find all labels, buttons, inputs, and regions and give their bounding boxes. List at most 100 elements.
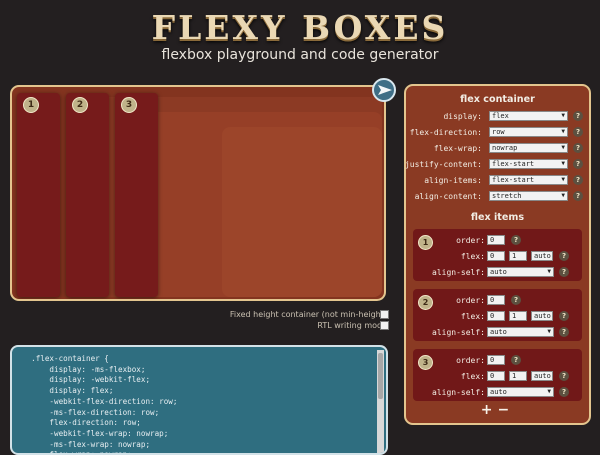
chevron-down-icon: ▼ (561, 176, 565, 183)
select-value: stretch (492, 192, 522, 200)
order-input[interactable]: 0 (487, 355, 505, 365)
justify-content-label: justify-content: (404, 160, 482, 169)
align-self-select[interactable]: auto ▼ (487, 387, 554, 397)
scrollbar-thumb[interactable] (378, 353, 383, 399)
display-row: display: flex ▼ ? (406, 110, 589, 123)
flex-row: flex: 0 1 auto ? (413, 310, 582, 323)
select-value: flex (492, 112, 509, 120)
code-output[interactable]: .flex-container { display: -ms-flexbox; … (10, 345, 388, 455)
flex-wrap-select[interactable]: nowrap ▼ (489, 143, 568, 153)
settings-panel: flex container display: flex ▼ ? flex-dir… (404, 84, 591, 425)
flex-label: flex: (460, 312, 485, 321)
flex-grow-input[interactable]: 0 (487, 311, 505, 321)
order-row: order: 0 ? (413, 294, 582, 307)
help-icon[interactable]: ? (573, 191, 583, 201)
item-number-badge: 3 (121, 97, 137, 113)
align-self-label: align-self: (432, 328, 485, 337)
code-scrollbar[interactable] (377, 350, 384, 453)
help-icon[interactable]: ? (559, 371, 569, 381)
select-value: row (492, 128, 505, 136)
flex-grow-input[interactable]: 0 (487, 251, 505, 261)
chevron-down-icon: ▼ (561, 144, 565, 151)
chevron-down-icon: ▼ (561, 112, 565, 119)
add-remove-controls: +− (406, 402, 589, 418)
chevron-down-icon: ▼ (561, 160, 565, 167)
chevron-down-icon: ▼ (547, 268, 551, 275)
help-icon[interactable]: ? (559, 387, 569, 397)
flex-basis-input[interactable]: auto (531, 371, 553, 381)
flex-direction-label: flex-direction: (409, 128, 482, 137)
remove-item-button[interactable]: − (498, 402, 515, 418)
help-icon[interactable]: ? (559, 311, 569, 321)
help-icon[interactable]: ? (573, 159, 583, 169)
flex-direction-select[interactable]: row ▼ (489, 127, 568, 137)
code-text: .flex-container { display: -ms-flexbox; … (31, 354, 178, 455)
order-label: order: (456, 356, 485, 365)
flex-basis-input[interactable]: auto (531, 251, 553, 261)
order-row: order: 0 ? (413, 234, 582, 247)
help-icon[interactable]: ? (559, 327, 569, 337)
align-items-select[interactable]: flex-start ▼ (489, 175, 568, 185)
align-content-row: align-content: stretch ▼ ? (406, 190, 589, 203)
flex-row: flex: 0 1 auto ? (413, 250, 582, 263)
flex-item-1[interactable]: 1 (17, 93, 60, 297)
flex-basis-input[interactable]: auto (531, 311, 553, 321)
justify-content-row: justify-content: flex-start ▼ ? (404, 158, 589, 171)
add-item-button[interactable]: + (481, 402, 498, 418)
flex-shrink-input[interactable]: 1 (509, 251, 527, 261)
help-icon[interactable]: ? (511, 295, 521, 305)
display-select[interactable]: flex ▼ (489, 111, 568, 121)
align-items-row: align-items: flex-start ▼ ? (406, 174, 589, 187)
flex-label: flex: (460, 252, 485, 261)
flex-grow-input[interactable]: 0 (487, 371, 505, 381)
select-value: flex-start (492, 176, 535, 184)
justify-content-select[interactable]: flex-start ▼ (489, 159, 568, 169)
flex-item-settings-3: 3 order: 0 ? flex: 0 1 auto ? align-self… (413, 349, 582, 401)
help-icon[interactable]: ? (573, 175, 583, 185)
help-icon[interactable]: ? (559, 251, 569, 261)
display-label: display: (443, 112, 482, 121)
align-items-label: align-items: (424, 176, 482, 185)
flex-shrink-input[interactable]: 1 (509, 371, 527, 381)
chevron-down-icon: ▼ (561, 192, 565, 199)
logo: FLEXY BOXES (151, 8, 449, 47)
fixed-height-checkbox[interactable] (380, 310, 389, 327)
flex-item-2[interactable]: 2 (66, 93, 109, 297)
order-input[interactable]: 0 (487, 295, 505, 305)
play-button[interactable] (372, 78, 396, 102)
select-value: flex-start (492, 160, 535, 168)
help-icon[interactable]: ? (511, 355, 521, 365)
flex-wrap-label: flex-wrap: (433, 144, 482, 153)
rtl-checkbox[interactable] (380, 321, 389, 330)
order-label: order: (456, 296, 485, 305)
tagline: flexbox playground and code generator (161, 47, 439, 63)
flex-row: flex: 0 1 auto ? (413, 370, 582, 383)
item-number-badge: 1 (23, 97, 39, 113)
select-value: nowrap (492, 144, 518, 152)
help-icon[interactable]: ? (573, 127, 583, 137)
help-icon[interactable]: ? (573, 111, 583, 121)
item-number-badge: 2 (72, 97, 88, 113)
select-value: auto (490, 268, 507, 276)
help-icon[interactable]: ? (511, 235, 521, 245)
align-self-row: align-self: auto ▼ ? (413, 326, 582, 339)
flex-wrap-row: flex-wrap: nowrap ▼ ? (406, 142, 589, 155)
decoration (222, 127, 382, 297)
align-self-label: align-self: (432, 388, 485, 397)
order-input[interactable]: 0 (487, 235, 505, 245)
align-self-select[interactable]: auto ▼ (487, 267, 554, 277)
help-icon[interactable]: ? (559, 267, 569, 277)
align-self-label: align-self: (432, 268, 485, 277)
flex-item-3[interactable]: 3 (115, 93, 158, 297)
align-content-select[interactable]: stretch ▼ (489, 191, 568, 201)
align-self-row: align-self: auto ▼ ? (413, 266, 582, 279)
flex-container-heading: flex container (460, 94, 535, 105)
flex-shrink-input[interactable]: 1 (509, 311, 527, 321)
help-icon[interactable]: ? (573, 143, 583, 153)
flex-label: flex: (460, 372, 485, 381)
align-self-select[interactable]: auto ▼ (487, 327, 554, 337)
align-self-row: align-self: auto ▼ ? (413, 386, 582, 399)
select-value: auto (490, 328, 507, 336)
chevron-down-icon: ▼ (547, 328, 551, 335)
rtl-label: RTL writing mode (317, 321, 387, 330)
